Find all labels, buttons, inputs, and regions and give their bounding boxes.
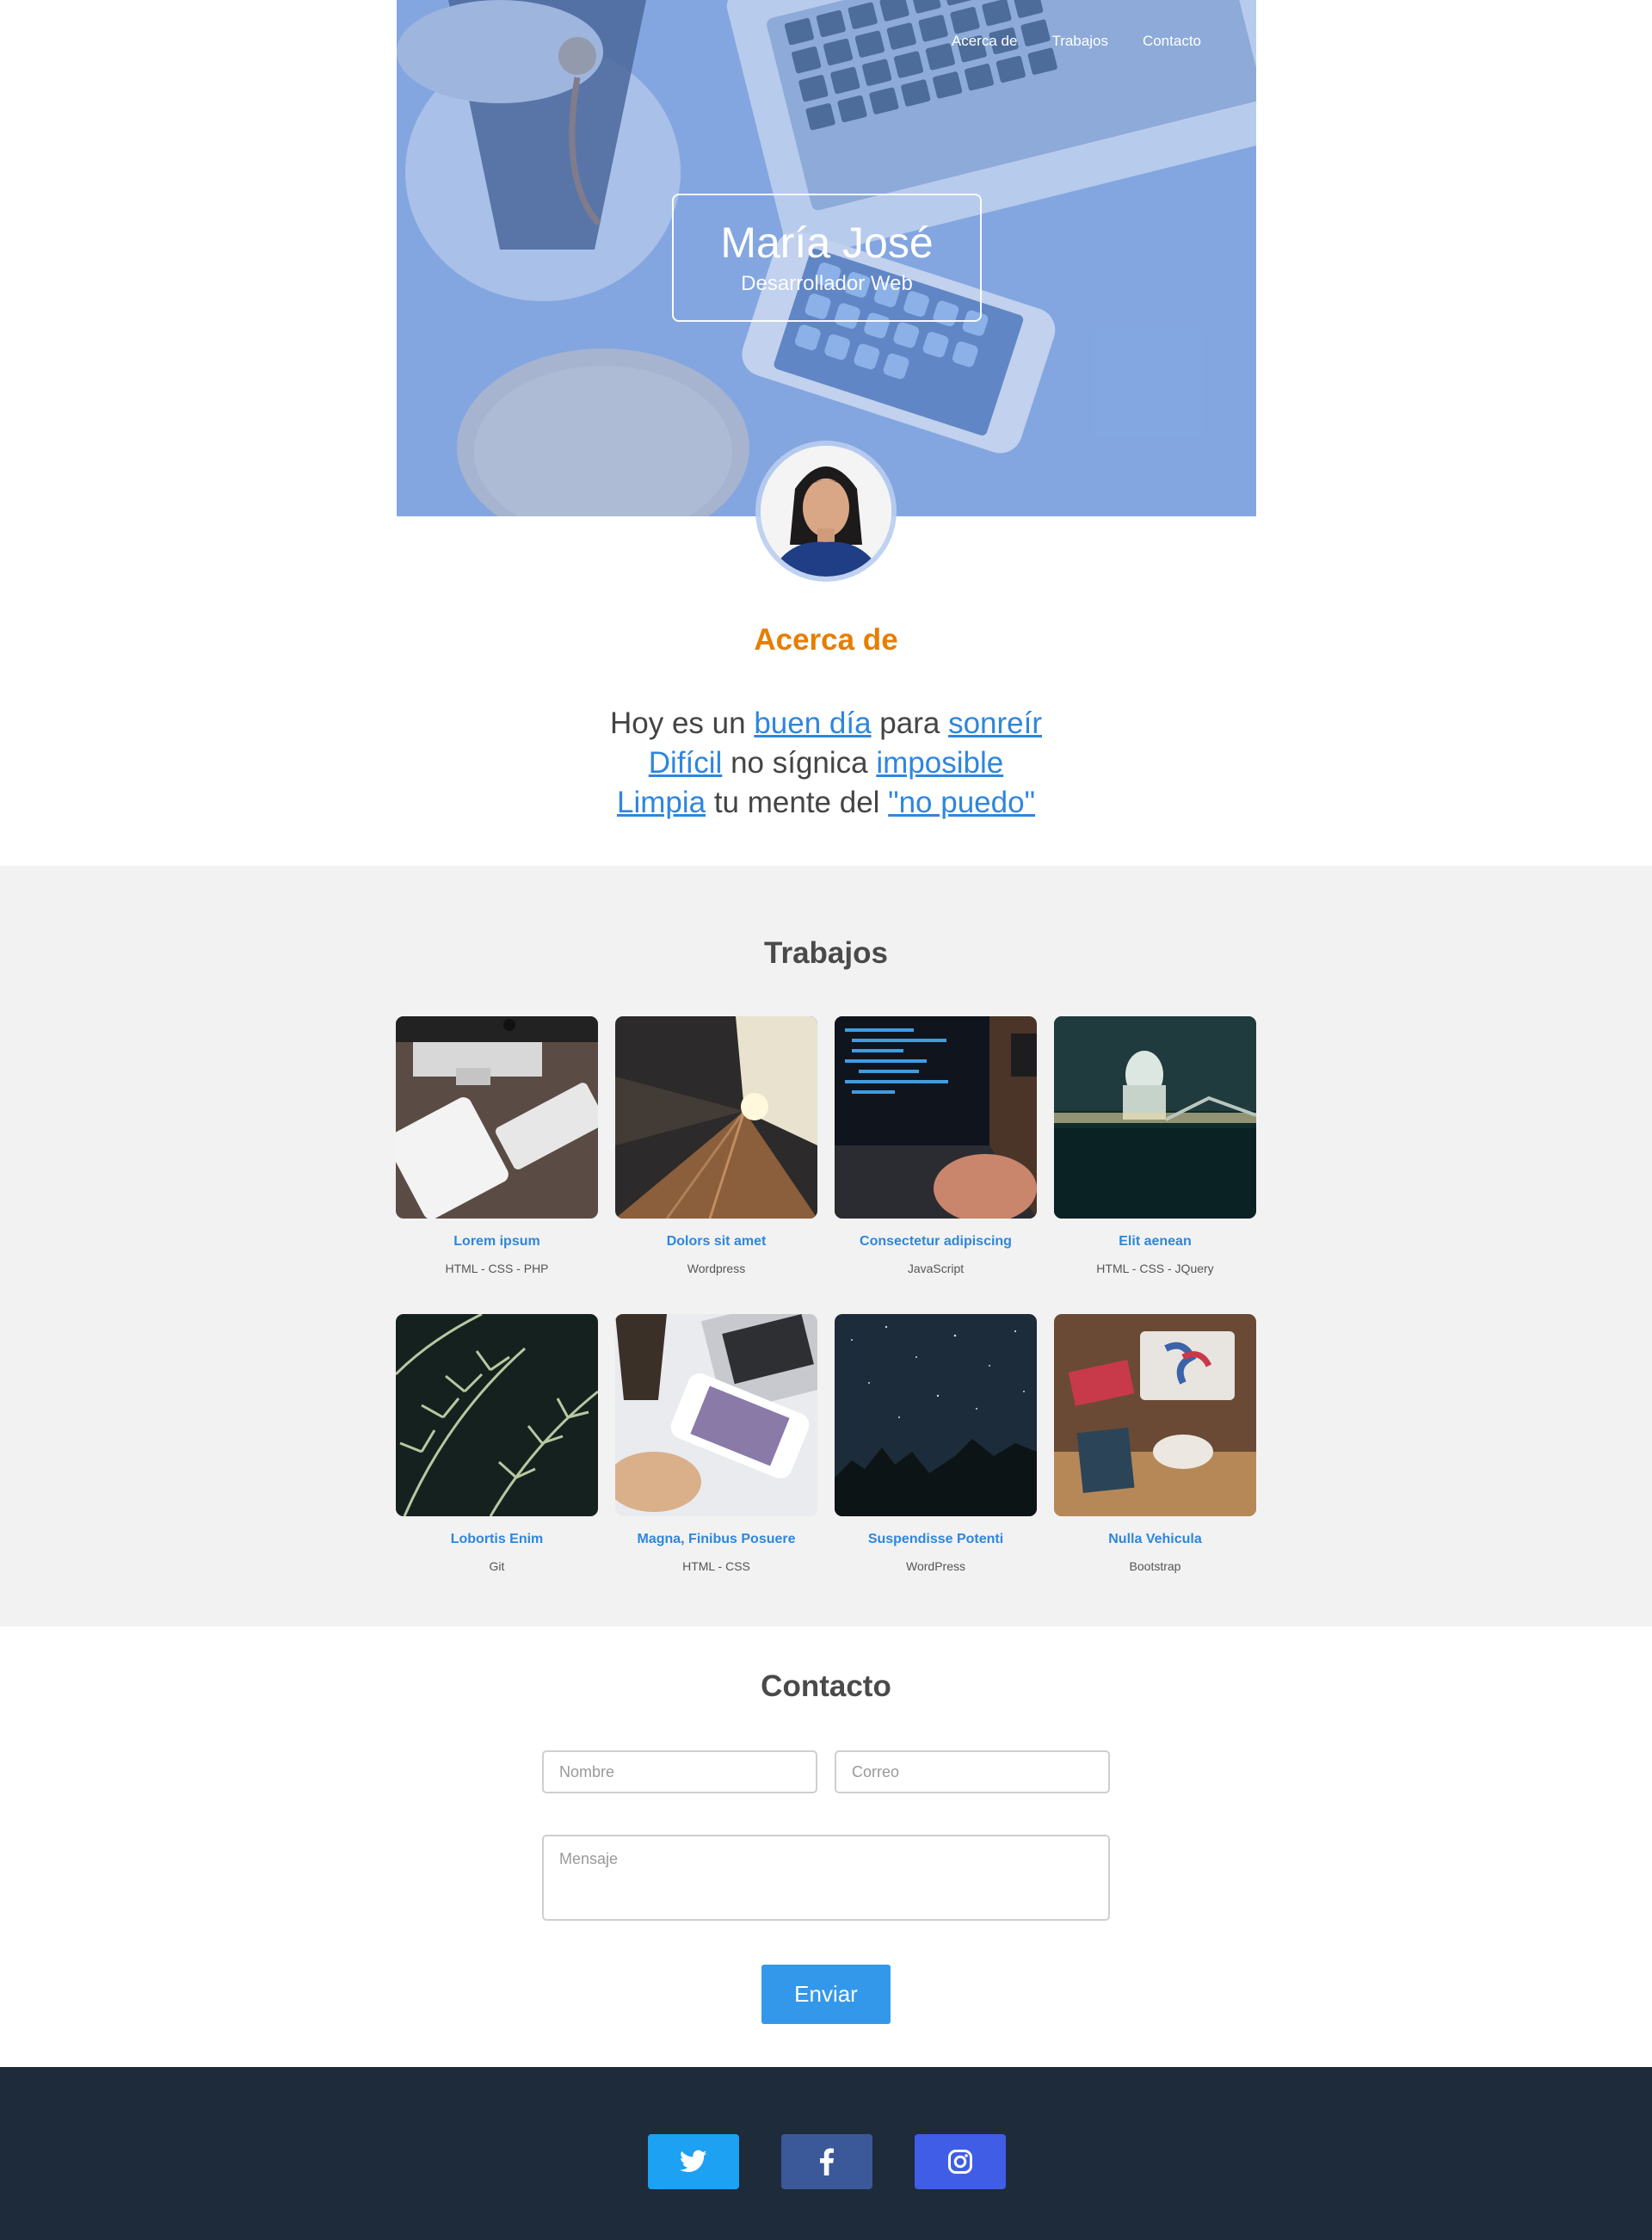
work-thumbnail-night-sky[interactable] [835,1314,1037,1516]
hero-name: María José [720,219,934,267]
work-title[interactable]: Elit aenean [1054,1234,1256,1250]
twitter-icon [680,2150,707,2172]
name-field[interactable] [542,1750,817,1793]
instagram-button[interactable] [915,2134,1006,2189]
contact-title: Contacto [761,1669,891,1703]
quote-link-no-puedo[interactable]: "no puedo" [888,786,1035,819]
works-title: Trabajos [764,936,888,970]
work-tags: WordPress [906,1559,965,1573]
work-thumbnail-night-city[interactable] [1054,1016,1256,1219]
quote-line-2: Difícil no sígnica imposible [0,744,1652,783]
work-tags: HTML - CSS - JQuery [1096,1262,1214,1275]
avatar-photo [761,446,891,577]
work-tags: HTML - CSS [682,1559,750,1573]
hero-role: Desarrollador Web [741,272,913,295]
instagram-icon [948,2150,972,2174]
work-thumbnail-workspace[interactable] [1054,1314,1256,1516]
work-thumbnail-desk[interactable] [396,1016,598,1219]
facebook-button[interactable] [781,2134,872,2189]
work-tags: Git [489,1559,505,1573]
nav-link-about[interactable]: Acerca de [952,33,1018,50]
work-thumbnail-laptop-code[interactable] [835,1016,1037,1219]
quote-text: para [871,707,949,740]
quote-text: Hoy es un [610,707,755,740]
quote-line-3: Limpia tu mente del "no puedo" [0,783,1652,823]
work-thumbnail-desk-phone[interactable] [615,1314,817,1516]
work-title[interactable]: Nulla Vehicula [1054,1532,1256,1547]
twitter-button[interactable] [648,2134,739,2189]
works-section: Trabajos Lorem ipsum HTML - CSS - PHP Do… [0,866,1652,1626]
quote-text: tu mente del [706,786,889,819]
work-title[interactable]: Lobortis Enim [396,1532,598,1547]
quote-link-buen-dia[interactable]: buen día [754,707,871,740]
facebook-icon [820,2148,834,2175]
work-title[interactable]: Dolors sit amet [615,1234,817,1250]
work-card[interactable]: Suspendisse Potenti WordPress [835,1314,1037,1573]
about-title: Acerca de [754,623,898,657]
quote-text: no sígnica [722,746,877,780]
work-thumbnail-station[interactable] [615,1016,817,1219]
email-field[interactable] [835,1750,1110,1793]
work-title[interactable]: Lorem ipsum [396,1234,598,1250]
work-tags: Bootstrap [1129,1559,1181,1573]
footer [0,2067,1652,2240]
nav-link-works[interactable]: Trabajos [1051,33,1108,50]
avatar [761,446,891,577]
work-tags: JavaScript [907,1262,965,1275]
work-title[interactable]: Consectetur adipiscing [835,1234,1037,1250]
quote-link-sonreir[interactable]: sonreír [948,707,1042,740]
nav-link-contact[interactable]: Contacto [1143,33,1201,50]
work-card[interactable]: Lorem ipsum HTML - CSS - PHP [396,1016,598,1275]
work-tags: Wordpress [687,1262,746,1275]
work-card[interactable]: Elit aenean HTML - CSS - JQuery [1054,1016,1256,1275]
message-field[interactable] [542,1835,1110,1921]
top-nav: Acerca de Trabajos Contacto [952,33,1201,50]
work-card[interactable]: Lobortis Enim Git [396,1314,598,1573]
send-button[interactable]: Enviar [761,1965,891,2024]
work-title[interactable]: Suspendisse Potenti [835,1532,1037,1547]
work-card[interactable]: Magna, Finibus Posuere HTML - CSS [615,1314,817,1573]
work-title[interactable]: Magna, Finibus Posuere [615,1532,817,1547]
quote-link-limpia[interactable]: Limpia [617,786,706,819]
work-card[interactable]: Dolors sit amet Wordpress [615,1016,817,1275]
work-thumbnail-ferns[interactable] [396,1314,598,1516]
work-card[interactable]: Nulla Vehicula Bootstrap [1054,1314,1256,1573]
quote-link-dificil[interactable]: Difícil [649,746,723,780]
quote-link-imposible[interactable]: imposible [876,746,1003,780]
work-tags: HTML - CSS - PHP [445,1262,549,1275]
hero-banner: Acerca de Trabajos Contacto María José D… [397,0,1256,516]
work-card[interactable]: Consectetur adipiscing JavaScript [835,1016,1037,1275]
about-quote: Hoy es un buen día para sonreír Difícil … [0,704,1652,823]
quote-line-1: Hoy es un buen día para sonreír [0,704,1652,744]
hero-name-card: María José Desarrollador Web [672,194,982,322]
